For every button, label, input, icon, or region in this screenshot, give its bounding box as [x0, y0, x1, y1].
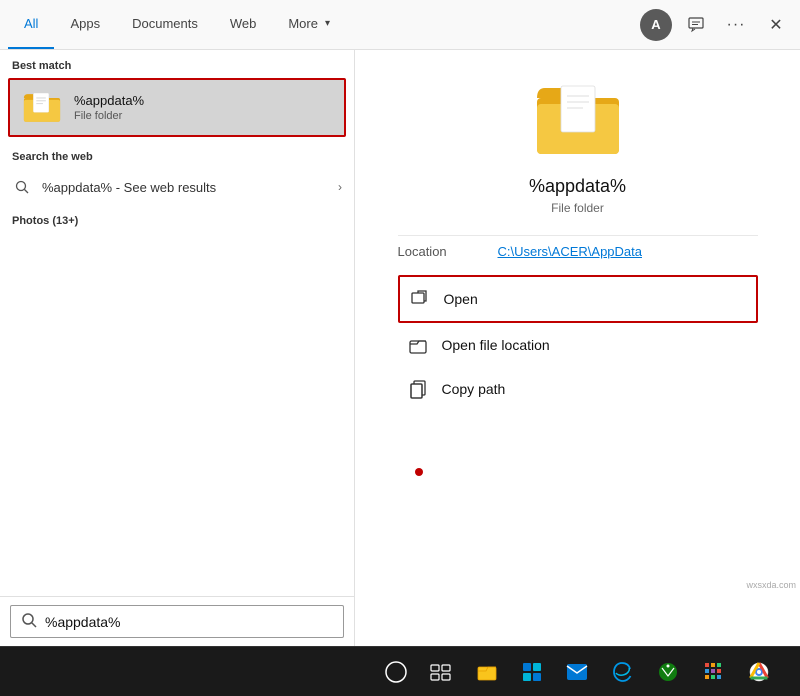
right-title: %appdata%	[529, 176, 626, 197]
tab-apps[interactable]: Apps	[54, 0, 116, 49]
red-dot-indicator	[415, 468, 423, 476]
tab-all[interactable]: All	[8, 0, 54, 49]
open-file-location-action[interactable]: Open file location	[398, 323, 758, 367]
open-file-location-icon	[406, 333, 430, 357]
search-bar	[10, 605, 344, 638]
nav-tabs: All Apps Documents Web More ▾ A	[0, 0, 800, 50]
tab-documents[interactable]: Documents	[116, 0, 214, 49]
open-icon	[408, 287, 432, 311]
taskbar-taskview-button[interactable]	[423, 654, 459, 690]
avatar[interactable]: A	[640, 9, 672, 41]
taskbar-chrome-button[interactable]	[741, 654, 777, 690]
taskbar-edge-button[interactable]	[605, 654, 641, 690]
main-content: Best match	[0, 50, 800, 646]
copy-path-icon	[406, 377, 430, 401]
right-subtitle: File folder	[551, 201, 604, 215]
taskbar	[0, 646, 800, 696]
best-match-subtitle: File folder	[74, 110, 144, 122]
location-value[interactable]: C:\Users\ACER\AppData	[498, 244, 643, 259]
taskbar-explorer-button[interactable]	[469, 654, 505, 690]
search-input[interactable]	[45, 614, 333, 630]
left-panel: Best match	[0, 50, 355, 646]
search-window: All Apps Documents Web More ▾ A	[0, 0, 800, 696]
search-bar-container	[0, 596, 354, 646]
watermark: wxsxda.com	[746, 580, 796, 590]
search-bar-icon	[21, 612, 37, 631]
close-button[interactable]: ✕	[760, 9, 792, 41]
open-label: Open	[444, 291, 478, 307]
location-label: Location	[398, 244, 498, 259]
tab-more[interactable]: More ▾	[272, 0, 346, 49]
right-content: %appdata% File folder Location C:\Users\…	[355, 50, 800, 646]
copy-path-label: Copy path	[442, 381, 506, 397]
chevron-right-icon: ›	[338, 180, 342, 194]
taskbar-search-button[interactable]	[378, 654, 414, 690]
detail-row: Location C:\Users\ACER\AppData	[398, 235, 758, 267]
tab-web[interactable]: Web	[214, 0, 273, 49]
best-match-item[interactable]: %appdata% File folder	[8, 78, 346, 137]
taskbar-store-button[interactable]	[514, 654, 550, 690]
open-action[interactable]: Open	[398, 275, 758, 323]
feedback-icon	[688, 17, 704, 33]
photos-label: Photos (13+)	[0, 205, 354, 233]
copy-path-action[interactable]: Copy path	[398, 367, 758, 411]
best-match-title: %appdata%	[74, 93, 144, 108]
taskbar-xbox-button[interactable]	[650, 654, 686, 690]
web-result-item[interactable]: %appdata% - See web results ›	[0, 169, 354, 205]
search-web-label: Search the web	[0, 137, 354, 169]
actions-section: Open Open file location	[398, 275, 758, 411]
feedback-button[interactable]	[680, 9, 712, 41]
taskbar-mosaic-button[interactable]	[696, 654, 732, 690]
best-match-text: %appdata% File folder	[74, 93, 144, 122]
right-panel: %appdata% File folder Location C:\Users\…	[355, 50, 800, 646]
folder-icon-small	[22, 90, 62, 125]
web-result-text: %appdata% - See web results	[42, 180, 338, 195]
open-file-location-label: Open file location	[442, 337, 550, 353]
more-options-button[interactable]: ···	[720, 9, 752, 41]
taskbar-mail-button[interactable]	[559, 654, 595, 690]
taskbar-right	[363, 654, 792, 690]
search-web-icon	[12, 177, 32, 197]
nav-right-controls: A ··· ✕	[640, 9, 792, 41]
folder-icon-large	[533, 80, 623, 160]
best-match-label: Best match	[0, 50, 354, 78]
